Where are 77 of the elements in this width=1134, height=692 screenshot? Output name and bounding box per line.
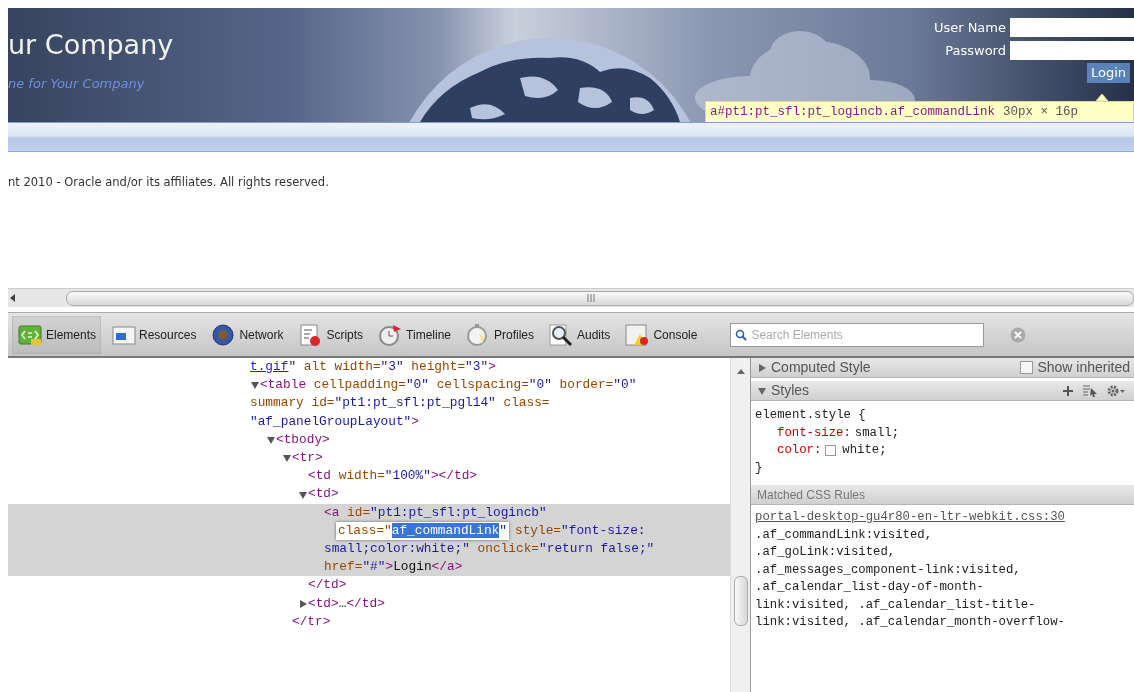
markup-line: <td width="100%"></td> bbox=[308, 467, 477, 486]
attribute-edit-field[interactable]: class="af_commandLink" bbox=[336, 521, 509, 541]
section-title: Styles bbox=[771, 381, 810, 400]
css-selector-line: link:visited, .af_calendar_list-title- bbox=[755, 596, 1037, 614]
property-name: font-size: bbox=[777, 424, 851, 442]
stylesheet-link[interactable]: portal-desktop-gu4r80-en-ltr-webkit.css:30 bbox=[755, 510, 1065, 524]
markup-line: <a id="pt1:pt_sfl:pt_logincb" bbox=[324, 503, 547, 522]
markup-line: <table cellpadding="0" cellspacing="0" border="0" bbox=[260, 376, 637, 395]
markup-line: style="font-size: bbox=[513, 521, 646, 540]
company-title: ur Company bbox=[8, 28, 175, 62]
login-input-field[interactable] bbox=[1010, 18, 1134, 38]
disclosure-triangle-icon bbox=[757, 385, 767, 396]
disclosure-triangle-icon[interactable] bbox=[298, 598, 308, 609]
devtools-tab[interactable]: Resources bbox=[105, 315, 202, 354]
scroll-left-arrow-icon[interactable] bbox=[8, 293, 18, 303]
login-link[interactable]: Login bbox=[1086, 63, 1130, 83]
markup-line: " alt width="3" height="3"> bbox=[288, 358, 496, 376]
scrollbar-thumb[interactable] bbox=[66, 290, 1134, 306]
grip-icon bbox=[587, 294, 596, 302]
resource-link[interactable]: t.gif bbox=[250, 358, 289, 377]
login-input-field[interactable] bbox=[1010, 40, 1134, 60]
css-selector-line: .af_commandLink:visited, bbox=[755, 526, 934, 544]
add-rule-icon[interactable] bbox=[1062, 384, 1074, 397]
rule-close-brace: } bbox=[755, 459, 764, 477]
console-icon bbox=[624, 322, 651, 347]
property-value: small; bbox=[854, 424, 900, 442]
markup-line: <td> bbox=[308, 485, 339, 504]
disclosure-triangle-icon bbox=[757, 362, 767, 373]
css-selector-line: .af_goLink:visited, bbox=[755, 544, 897, 561]
audits-icon bbox=[548, 322, 574, 347]
disclosure-triangle-icon[interactable] bbox=[266, 434, 276, 445]
disclosure-triangle-icon[interactable] bbox=[298, 489, 308, 500]
company-tagline: ne for Your Company bbox=[8, 75, 146, 93]
color-swatch[interactable] bbox=[825, 445, 837, 457]
element-picker-icon[interactable] bbox=[1082, 383, 1098, 398]
devtools-tab[interactable]: Scripts bbox=[292, 315, 369, 354]
css-selector-line: .af_messages_component-link:visited, bbox=[755, 561, 1022, 579]
section-title: Computed Style bbox=[771, 358, 871, 377]
elements-icon bbox=[17, 322, 43, 347]
devtools-tab[interactable]: Audits bbox=[543, 315, 616, 354]
element-selector: a#pt1:pt_sfl:pt_logincb.af_commandLink bbox=[710, 104, 996, 122]
devtools-tab[interactable]: Profiles bbox=[460, 315, 539, 354]
css-selector-line: .af_calendar_list-day-of-month- bbox=[755, 579, 985, 596]
markup-line: href="#">Login</a> bbox=[324, 558, 463, 577]
rule-selector: element.style { bbox=[755, 407, 867, 424]
markup-line: summary id="pt1:pt_sfl:pt_pgl14" class= bbox=[250, 394, 550, 413]
devtools-tab[interactable]: Elements bbox=[12, 315, 102, 354]
markup-line: </tr> bbox=[292, 612, 331, 631]
markup-line: small;color:white;" onclick="return false;" bbox=[324, 540, 655, 559]
show-inherited-checkbox[interactable] bbox=[1020, 361, 1034, 374]
checkbox-label: Show inherited bbox=[1037, 358, 1130, 377]
network-icon bbox=[210, 322, 237, 347]
settings-icon[interactable] bbox=[1106, 383, 1126, 398]
markup-line: <td>…</td> bbox=[308, 594, 385, 613]
section-header[interactable]: Styles bbox=[751, 381, 1134, 401]
search-field[interactable]: Search Elements bbox=[730, 322, 985, 347]
markup-line: </td> bbox=[308, 576, 347, 595]
field-label: User Name bbox=[933, 19, 1006, 37]
field-label: Password bbox=[945, 41, 1006, 60]
scrollbar-thumb[interactable] bbox=[734, 576, 748, 626]
property-name: color: bbox=[777, 442, 822, 459]
element-size: 30px × 16p bbox=[1003, 104, 1079, 122]
css-selector-line: link:visited, .af_calendar_month-overflow- bbox=[755, 614, 1066, 631]
markup-line: "af_panelGroupLayout"> bbox=[250, 412, 419, 431]
disclosure-triangle-icon[interactable] bbox=[282, 453, 292, 464]
selected-node-highlight[interactable]: <a id="pt1:pt_sfl:pt_logincb" class="af_commandLink" style="font-size: small;color:white;" onclick="return false;" href="#">Login</a> bbox=[8, 503, 730, 577]
section-title: Matched CSS Rules bbox=[757, 486, 866, 504]
markup-line: <tbody> bbox=[276, 430, 330, 449]
search-icon bbox=[735, 328, 748, 341]
devtools-tab[interactable]: Console bbox=[619, 315, 703, 354]
property-value: white; bbox=[842, 442, 887, 459]
section-header[interactable]: Computed Style Show inherited bbox=[751, 358, 1134, 378]
devtools-tab[interactable]: Network bbox=[205, 315, 289, 354]
disclosure-triangle-icon[interactable] bbox=[250, 380, 260, 391]
copyright-text: nt 2010 - Oracle and/or its affiliates. All rights reserved. bbox=[8, 174, 330, 191]
markup-line: <tr> bbox=[292, 449, 323, 467]
devtools-tab[interactable]: Timeline bbox=[372, 315, 456, 354]
